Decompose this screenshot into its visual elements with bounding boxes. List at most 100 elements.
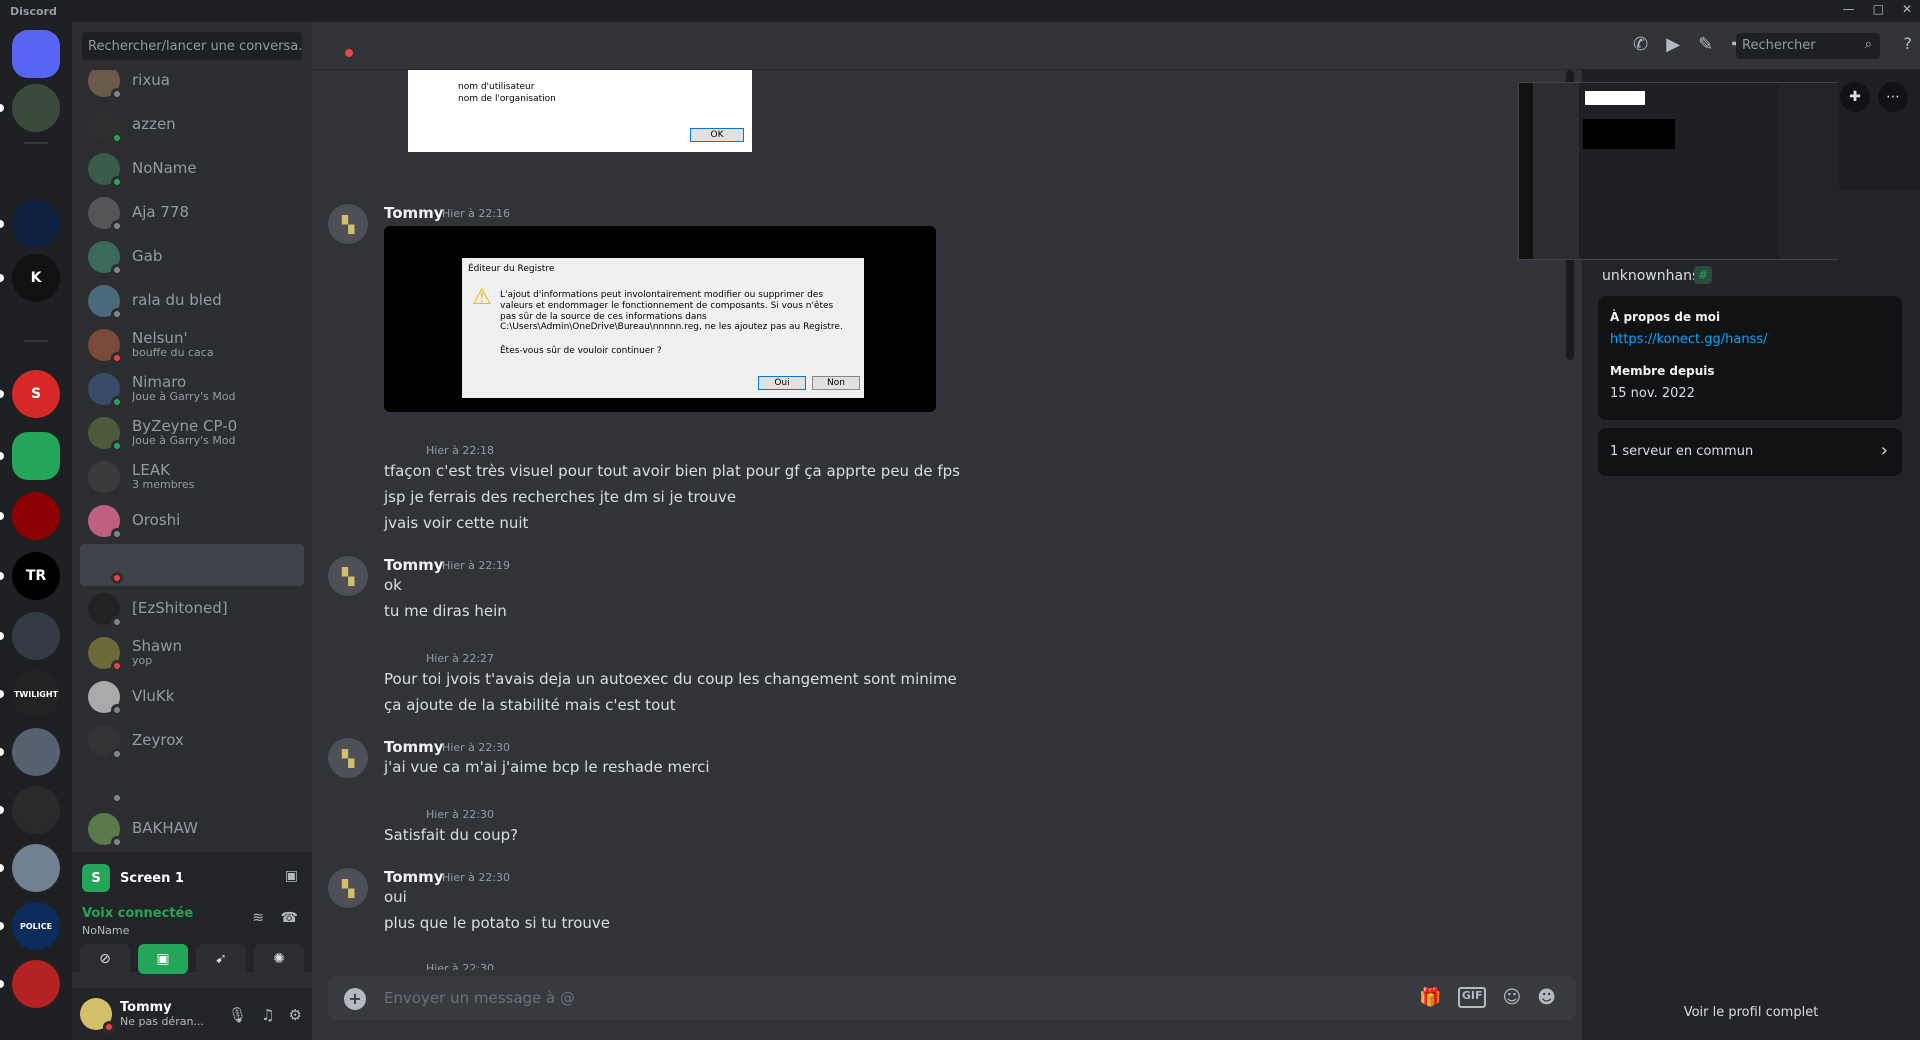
dm-item[interactable]: Gab xyxy=(80,236,304,278)
dm-item[interactable]: VluKk xyxy=(80,676,304,718)
message-avatar[interactable]: ▚ xyxy=(328,204,368,244)
server-icon[interactable] xyxy=(12,432,60,480)
attachment-image-top[interactable]: nom d'utilisateur nom de l'organisation … xyxy=(408,70,752,152)
settings-gear-icon[interactable]: ⚙ xyxy=(289,1006,302,1024)
message-author[interactable]: Tommy xyxy=(384,868,444,886)
status-dot xyxy=(111,220,123,232)
dm-item[interactable] xyxy=(80,764,304,806)
dm-item[interactable]: rala du bled xyxy=(80,280,304,322)
dm-item[interactable]: NoName xyxy=(80,148,304,190)
dm-item[interactable]: Nelsun' bouffe du caca xyxy=(80,324,304,366)
user-avatar[interactable] xyxy=(80,998,115,1033)
server-icon[interactable]: K xyxy=(12,254,60,302)
server-icon[interactable] xyxy=(12,492,60,540)
dm-subtitle: Joue à Garry's Mod xyxy=(132,434,236,448)
soundboard-button[interactable]: ✺ xyxy=(254,944,304,974)
server-icon[interactable] xyxy=(12,786,60,834)
server-icon[interactable] xyxy=(12,844,60,892)
header-search-input[interactable]: Rechercher xyxy=(1736,33,1880,59)
disconnect-icon[interactable]: ☎ xyxy=(281,910,298,926)
about-link[interactable]: https://konect.gg/hanss/ xyxy=(1610,332,1768,347)
add-friend-button[interactable]: ✚ xyxy=(1840,82,1870,112)
camera-off-button[interactable]: ⊘ xyxy=(80,944,130,974)
dm-name: Zeyrox xyxy=(132,732,184,750)
dnd-status-dot xyxy=(345,49,353,57)
pin-icon[interactable]: ✎ xyxy=(1698,34,1713,55)
server-icon[interactable]: TWILIGHT xyxy=(12,670,60,718)
message-text: Satisfait du coup? xyxy=(384,826,519,844)
video-icon[interactable]: ▶ xyxy=(1666,34,1680,55)
message-author[interactable]: Tommy xyxy=(384,204,444,222)
dm-item[interactable]: Aja 778 xyxy=(80,192,304,234)
message-author[interactable]: Tommy xyxy=(384,738,444,756)
minimize-button[interactable]: — xyxy=(1843,2,1855,16)
message-timestamp: Hier à 22:16 xyxy=(442,207,511,220)
microphone-icon[interactable]: 🎙 xyxy=(228,1006,247,1024)
message-text: j'ai vue ca m'ai j'aime bcp le reshade m… xyxy=(384,758,710,776)
server-icon[interactable]: TR xyxy=(12,552,60,600)
view-full-profile-link[interactable]: Voir le profil complet xyxy=(1582,1005,1920,1020)
activity-button[interactable]: ➹ xyxy=(196,944,246,974)
dm-item[interactable]: azzen xyxy=(80,104,304,146)
message-avatar[interactable]: ▚ xyxy=(328,868,368,908)
message-input[interactable]: + Envoyer un message à @ 🎁 GIF ☺ ☻ xyxy=(328,976,1576,1020)
screen-share-button[interactable]: ▣ xyxy=(138,944,188,974)
dm-item[interactable]: BAKHAW xyxy=(80,808,304,850)
user-panel: Tommy Ne pas déran... 🎙 ♫ ⚙ xyxy=(72,988,312,1040)
close-window-button[interactable]: ✕ xyxy=(1902,2,1912,16)
dm-item[interactable]: LEAK 3 membres xyxy=(80,456,304,498)
unread-pill xyxy=(0,274,4,282)
dm-item[interactable]: rixua xyxy=(80,70,304,102)
avatar xyxy=(88,153,123,188)
dm-item[interactable] xyxy=(80,544,304,586)
voice-channel-name[interactable]: NoName xyxy=(82,924,129,937)
noise-suppression-icon[interactable]: ≋ xyxy=(252,910,264,926)
help-icon[interactable]: ? xyxy=(1904,34,1913,53)
server-icon[interactable]: POLICE xyxy=(12,902,60,950)
message-author[interactable]: Tommy xyxy=(384,556,444,574)
home-button[interactable] xyxy=(12,30,60,78)
dm-item[interactable]: Nimaro Joue à Garry's Mod xyxy=(80,368,304,410)
message-avatar[interactable]: ▚ xyxy=(328,738,368,778)
dm-item[interactable]: Oroshi xyxy=(80,500,304,542)
status-dot xyxy=(111,308,123,320)
avatar xyxy=(88,285,123,320)
server-icon[interactable] xyxy=(12,728,60,776)
stream-preview[interactable] xyxy=(1518,82,1839,260)
message-avatar[interactable]: ▚ xyxy=(328,556,368,596)
registry-screenshot[interactable]: Éditeur du Registre ⚠ L'ajout d'informat… xyxy=(384,226,936,412)
server-icon[interactable] xyxy=(12,84,60,132)
avatar xyxy=(88,329,123,364)
status-dot xyxy=(111,88,123,100)
headphones-icon[interactable]: ♫ xyxy=(261,1006,274,1024)
screen-share-badge: S xyxy=(82,864,110,892)
dm-item[interactable]: ByZeyne CP-0 Joue à Garry's Mod xyxy=(80,412,304,454)
gif-icon[interactable]: GIF xyxy=(1457,987,1487,1008)
status-dot xyxy=(111,440,123,452)
dm-item[interactable]: Zeyrox xyxy=(80,720,304,762)
mutual-servers-button[interactable]: 1 serveur en commun › xyxy=(1598,428,1902,476)
avatar xyxy=(88,461,120,493)
window-controls: — □ ✕ xyxy=(1843,2,1912,16)
message-timestamp: Hier à 22:19 xyxy=(442,559,511,572)
dm-name: Gab xyxy=(132,248,163,266)
message-timestamp: Hier à 22:30 xyxy=(442,741,511,754)
gift-icon[interactable]: 🎁 xyxy=(1419,987,1441,1008)
dm-search-input[interactable]: Rechercher/lancer une conversa... xyxy=(82,32,302,60)
server-icon[interactable]: S xyxy=(12,370,60,418)
dm-item[interactable]: [EzShitoned] xyxy=(80,588,304,630)
maximize-button[interactable]: □ xyxy=(1873,2,1884,16)
screen-share-row[interactable]: S Screen 1 xyxy=(82,864,184,892)
add-attachment-icon[interactable]: + xyxy=(344,988,366,1010)
sticker-icon[interactable]: ☺ xyxy=(1502,987,1521,1008)
phone-icon[interactable]: ✆ xyxy=(1633,34,1648,55)
server-icon[interactable] xyxy=(12,960,60,1008)
stop-stream-icon[interactable]: ▣ xyxy=(285,868,298,884)
more-options-button[interactable]: ⋯ xyxy=(1878,82,1908,112)
status-dot xyxy=(111,264,123,276)
registry-dialog-message: L'ajout d'informations peut involontaire… xyxy=(500,290,843,333)
dm-item[interactable]: Shawn yop xyxy=(80,632,304,674)
emoji-icon[interactable]: ☻ xyxy=(1537,987,1556,1008)
server-icon[interactable] xyxy=(12,200,60,248)
server-icon[interactable] xyxy=(12,612,60,660)
